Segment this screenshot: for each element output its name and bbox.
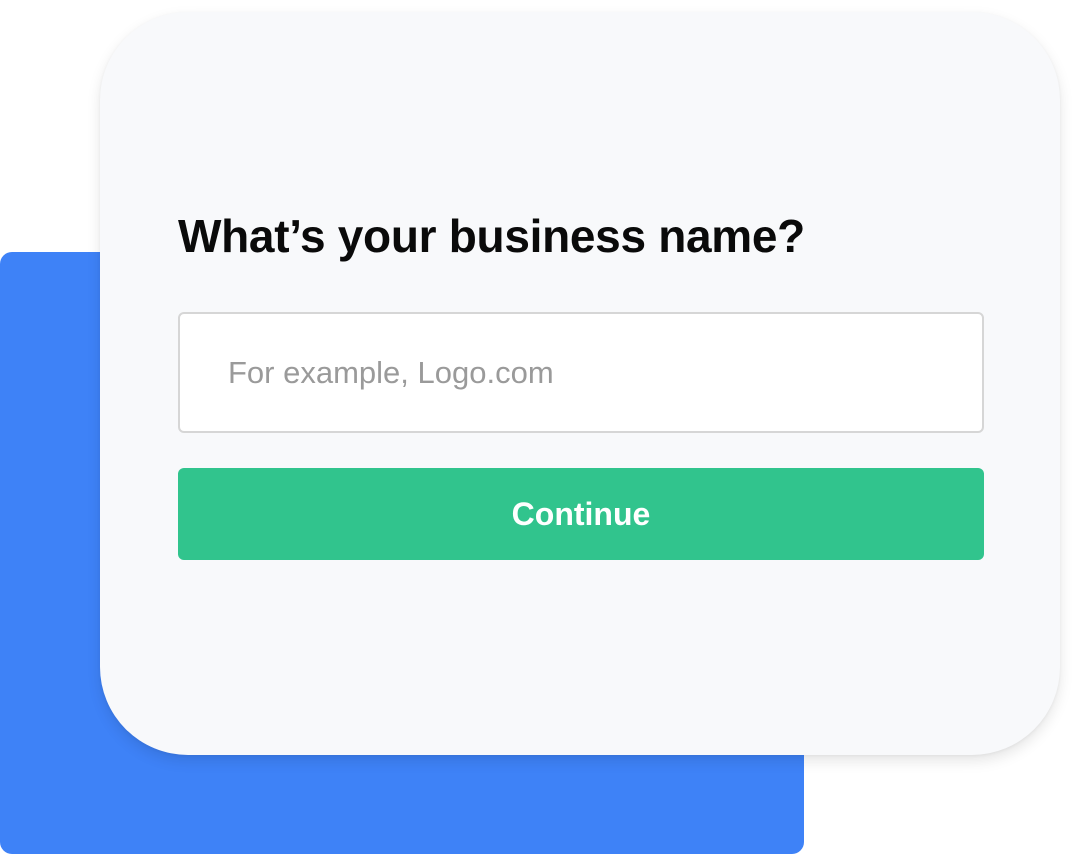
business-name-input[interactable] [178, 312, 984, 433]
signup-stage: What’s your business name? Continue [0, 0, 1080, 854]
continue-button[interactable]: Continue [178, 468, 984, 560]
business-name-heading: What’s your business name? [178, 210, 805, 262]
business-name-card: What’s your business name? Continue [100, 12, 1060, 755]
